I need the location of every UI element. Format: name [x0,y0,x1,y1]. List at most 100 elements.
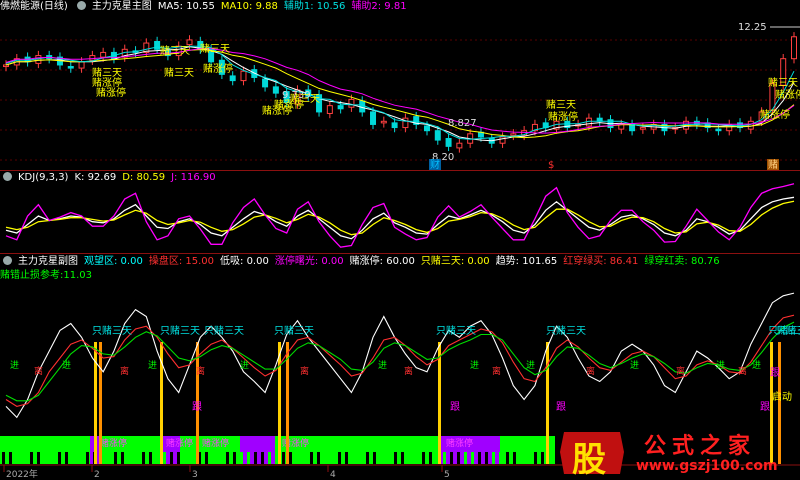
zone-tick [471,452,474,464]
sub-signal-label: 只赌三天 [546,324,586,337]
sub-signal-label: 跟 [760,401,770,413]
trade-glyph: 离 [120,365,129,377]
candle-body [359,100,366,113]
signal-annotation: 赌涨停 [548,110,578,123]
zone-tick [128,452,131,464]
sub-signal-label: 跟 [192,401,202,413]
zone-tick [450,452,453,464]
sub-signal-label: 跟 [450,401,460,413]
kdj-line-D [5,200,795,236]
zone-tick [114,452,117,464]
signal-bar [99,342,102,464]
zone-tick [107,452,110,464]
zone-tick [240,452,243,464]
candle-body [445,138,452,147]
trade-glyph: 离 [404,365,413,377]
zone-tick [261,452,264,464]
zone-tick [51,452,54,464]
trade-glyph: 进 [716,360,725,371]
zone-tick [163,452,166,464]
x-tick-label: 5 [444,470,450,480]
zone-tick [415,452,418,464]
zone-tick [422,452,425,464]
zone-tick [359,452,362,464]
sub-signal-label: 只赌三天 [274,324,314,337]
zone-tick [177,452,180,464]
chart-window: { "main_header": { "title": "佛燃能源(日线)", … [0,0,800,480]
candle-body [380,120,387,124]
zone-tick [23,452,26,464]
zone-tick [226,452,229,464]
zone-tick [513,452,516,464]
sub-signal-label: 启动 [772,390,792,403]
candle-body [78,61,85,69]
zone-tick [135,452,138,464]
zone-tick [149,452,152,464]
zone-tick [485,452,488,464]
candle-body [370,111,377,125]
candle-body [629,123,636,132]
zone-tick [79,452,82,464]
zone-tick [2,452,5,464]
zone-tick [58,452,61,464]
zone-tick [345,452,348,464]
signal-annotation: 赌三天 [768,76,798,89]
trade-glyph: 进 [240,360,249,371]
zone-label: 赌涨停 [202,437,229,449]
zone-tick [282,452,285,464]
sub-line-趋势 [5,292,795,419]
trade-glyph: 离 [676,365,685,377]
zone-tick [506,452,509,464]
zone-tick [338,452,341,464]
zone-tick [170,452,173,464]
zone-tick [296,452,299,464]
zone-tick [352,452,355,464]
trade-glyph: 离 [738,365,747,377]
sub-signal-label: 跟 [770,367,780,379]
sub-signal-label: 只赌三天 [436,324,476,337]
zone-tick [289,452,292,464]
zone-tick [44,452,47,464]
candle-body [262,78,269,88]
signal-annotation: 赌涨停 [760,108,790,121]
trade-glyph: 离 [586,365,595,377]
candle-body [154,40,161,50]
zone-tick [443,452,446,464]
zone-tick [380,452,383,464]
zone-tick [324,452,327,464]
sub-signal-label: 只赌三天 [92,324,132,337]
trade-glyph: 进 [470,360,479,371]
zone-tick [457,452,460,464]
candle-body [510,133,517,136]
zone-tick [184,452,187,464]
candle-body [434,130,441,141]
signal-annotation: 赌涨停 [262,104,292,117]
zone-tick [156,452,159,464]
signal-annotation: 赌涨停 [203,62,233,75]
logo-char: 股 [572,440,606,480]
logo-url: www.gszj100.com [636,458,778,474]
sub-signal-label: 只赌三天 [160,324,200,337]
trade-glyph: 进 [10,360,19,371]
x-tick-label: 3 [192,470,198,480]
signal-annotation: 赌涨停 [92,76,122,89]
zone-tick [520,452,523,464]
zone-tick [191,452,194,464]
zone-label: 赌涨停 [100,437,127,449]
zone-tick [541,452,544,464]
signal-annotation: 赌三天 [200,42,230,55]
zone-tick [9,452,12,464]
candle-body [348,98,355,108]
x-tick-label: 4 [330,470,336,480]
trade-glyph: 进 [148,360,157,371]
zone-tick [142,452,145,464]
candle-body [186,39,193,46]
zone-tick [268,452,271,464]
chart-canvas[interactable]: 12.259.7398.8278.20赌三天 赌三天赌涨停赌三天赌涨停赌三天赌涨停… [0,0,800,480]
candle-body [747,120,754,130]
x-tick-label: 2 [94,470,100,480]
zone-tick [72,452,75,464]
marker-label: $ [548,160,554,171]
zone-tick [247,452,250,464]
candle-body [240,70,247,82]
